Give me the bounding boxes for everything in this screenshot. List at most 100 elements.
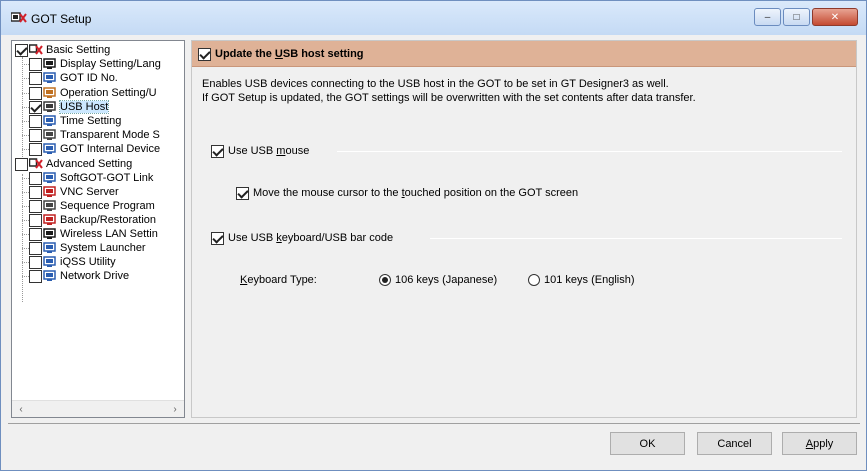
tree-item-label: Transparent Mode S (60, 129, 160, 141)
use-usb-mouse-label-rest: ouse (285, 145, 310, 157)
iqss-utility-icon (43, 256, 57, 268)
vnc-server-icon (43, 186, 57, 198)
tree-item[interactable]: USB Host (22, 100, 110, 114)
tree-line (22, 276, 29, 277)
softgot-link-icon (43, 172, 57, 184)
tree-item-label: Backup/Restoration (60, 214, 156, 226)
tree-item-checkbox[interactable] (29, 256, 42, 269)
radio-106-keys-label: 106 keys (Japanese) (395, 274, 498, 286)
display-setting-icon (43, 58, 57, 70)
tree-item-label: Advanced Setting (46, 158, 133, 170)
tree-item[interactable]: Transparent Mode S (22, 129, 160, 142)
tree-line (22, 178, 29, 179)
update-usb-host-checkbox[interactable] (198, 48, 211, 61)
tree-line (22, 262, 29, 263)
move-cursor-option[interactable]: Move the mouse cursor to the touched pos… (236, 187, 578, 200)
ok-button[interactable]: OK (610, 432, 685, 455)
tree-item[interactable]: Time Setting (22, 115, 122, 128)
use-keyboard-label-rest: eyboard/USB bar code (281, 232, 394, 244)
dialog-client-area: ‹ › Basic Setting Display Setting/Lang GOT… (8, 35, 860, 465)
settings-panel: Update the USB host setting Enables USB … (191, 40, 857, 418)
tree-item-checkbox[interactable] (29, 186, 42, 199)
tree-item-checkbox[interactable] (29, 72, 42, 85)
radio-101-keys[interactable]: 101 keys (English) (528, 274, 635, 287)
minimize-button[interactable]: – (754, 8, 781, 26)
maximize-button[interactable]: □ (783, 8, 810, 26)
description-line: If GOT Setup is updated, the GOT setting… (202, 92, 696, 104)
tree-item-checkbox[interactable] (29, 101, 42, 114)
tree-item[interactable]: Network Drive (22, 270, 129, 283)
radio-106-keys-button[interactable] (379, 274, 391, 286)
radio-101-keys-button[interactable] (528, 274, 540, 286)
tree-item-label: USB Host (58, 100, 110, 114)
use-usb-mouse-option[interactable]: Use USB mouse (211, 145, 309, 158)
tree-item-label: GOT Internal Device (60, 143, 161, 155)
use-keyboard-checkbox[interactable] (211, 232, 224, 245)
tree-line (22, 220, 29, 221)
tree-item-checkbox[interactable] (29, 58, 42, 71)
apply-button[interactable]: Apply (782, 432, 857, 455)
settings-tree[interactable]: ‹ › Basic Setting Display Setting/Lang GOT… (11, 40, 185, 418)
tree-item[interactable]: GOT ID No. (22, 72, 118, 85)
tree-line (22, 248, 29, 249)
tree-item[interactable]: Basic Setting (15, 44, 110, 57)
tree-item-checkbox[interactable] (29, 172, 42, 185)
tree-item-checkbox[interactable] (15, 44, 28, 57)
use-usb-mouse-checkbox[interactable] (211, 145, 224, 158)
tree-line (22, 149, 29, 150)
basic-setting-icon (28, 44, 43, 56)
backup-icon (43, 214, 57, 226)
radio-106-keys[interactable]: 106 keys (Japanese) (379, 274, 497, 287)
bottom-separator (8, 423, 860, 424)
tree-line (22, 234, 29, 235)
tree-item-label: Time Setting (60, 115, 122, 127)
close-button[interactable]: ✕ (812, 8, 858, 26)
use-keyboard-option[interactable]: Use USB keyboard/USB bar code (211, 232, 393, 245)
tree-item[interactable]: iQSS Utility (22, 256, 116, 269)
tree-item[interactable]: Wireless LAN Settin (22, 228, 158, 241)
tree-item-label: Wireless LAN Settin (60, 228, 158, 240)
tree-line (22, 107, 29, 108)
tree-item-label: Display Setting/Lang (60, 58, 161, 70)
tree-item[interactable]: System Launcher (22, 242, 146, 255)
scroll-right-arrow-icon[interactable]: › (168, 403, 182, 416)
tree-item[interactable]: Sequence Program (22, 200, 155, 213)
tree-item-label: System Launcher (60, 242, 146, 254)
tree-item-checkbox[interactable] (29, 228, 42, 241)
tree-item-checkbox[interactable] (15, 158, 28, 171)
usb-icon (43, 101, 57, 113)
move-cursor-checkbox[interactable] (236, 187, 249, 200)
cancel-button[interactable]: Cancel (697, 432, 772, 455)
tree-item-checkbox[interactable] (29, 115, 42, 128)
advanced-setting-icon (28, 158, 43, 170)
minimize-icon: – (764, 11, 771, 23)
radio-101-keys-label: 101 keys (English) (544, 274, 635, 286)
tree-item[interactable]: GOT Internal Device (22, 143, 161, 156)
maximize-icon: □ (793, 11, 800, 23)
sequence-program-icon (43, 200, 57, 212)
tree-item[interactable]: Advanced Setting (15, 158, 132, 171)
tree-item[interactable]: Backup/Restoration (22, 214, 156, 227)
tree-item-checkbox[interactable] (29, 87, 42, 100)
tree-item[interactable]: SoftGOT-GOT Link (22, 172, 153, 185)
tree-item-checkbox[interactable] (29, 129, 42, 142)
tree-item-label: Basic Setting (46, 44, 111, 56)
network-drive-icon (43, 270, 57, 282)
tree-item[interactable]: Operation Setting/U (22, 87, 157, 100)
tree-item-checkbox[interactable] (29, 200, 42, 213)
close-icon: ✕ (830, 11, 840, 23)
apply-button-accel: A (805, 437, 814, 450)
scroll-left-arrow-icon[interactable]: ‹ (14, 403, 28, 416)
tree-item-checkbox[interactable] (29, 143, 42, 156)
divider (337, 151, 842, 152)
ok-button-label: OK (639, 437, 656, 450)
tree-item-checkbox[interactable] (29, 242, 42, 255)
tree-horizontal-scrollbar[interactable]: ‹ › (12, 400, 184, 417)
tree-item[interactable]: VNC Server (22, 186, 119, 199)
tree-line (22, 174, 23, 302)
keyboard-type-label: Keyboard Type: (240, 274, 317, 287)
tree-item[interactable]: Display Setting/Lang (22, 58, 161, 71)
tree-item-checkbox[interactable] (29, 214, 42, 227)
operation-setting-icon (43, 87, 57, 99)
tree-item-checkbox[interactable] (29, 270, 42, 283)
